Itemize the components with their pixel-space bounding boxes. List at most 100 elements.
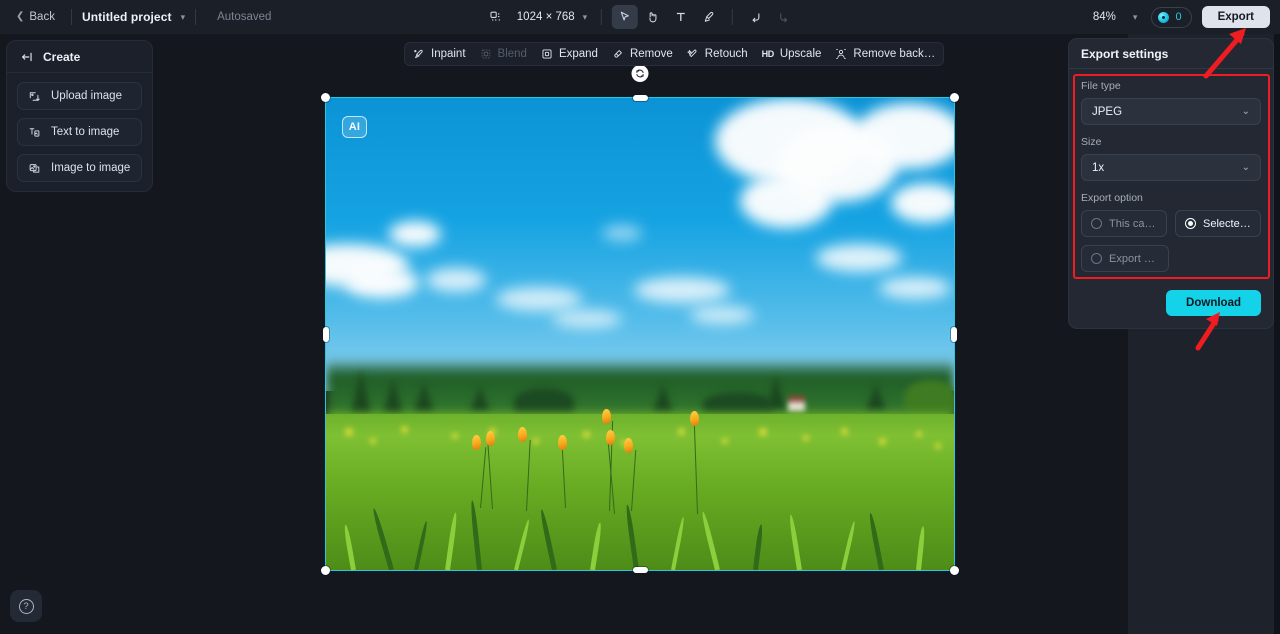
- top-bar: ❮ Back Untitled project ▾ Autosaved 1024…: [0, 0, 1280, 34]
- export-option-selected-layer[interactable]: Selected l…: [1175, 210, 1261, 237]
- resize-handle-bottom-center[interactable]: [633, 567, 648, 573]
- resize-handle-bottom-right[interactable]: [950, 566, 959, 575]
- hand-tool[interactable]: [640, 5, 666, 29]
- chevron-down-icon: ⌄: [1241, 106, 1250, 117]
- zoom-selector[interactable]: 84% ▾: [1089, 8, 1142, 26]
- create-item-label: Image to image: [51, 162, 131, 174]
- export-option-label-text: Selected l…: [1203, 217, 1251, 230]
- create-actions-list: Upload image Text to image Image to imag…: [7, 73, 152, 182]
- create-panel: Create Upload image Text to image Image …: [6, 40, 153, 192]
- resize-handle-top-center[interactable]: [633, 95, 648, 101]
- resize-handle-top-right[interactable]: [950, 93, 959, 102]
- action-label: Upscale: [779, 48, 822, 60]
- project-title: Untitled project: [81, 10, 172, 24]
- chevron-left-icon: ❮: [16, 11, 25, 22]
- divider: [732, 9, 734, 25]
- file-type-select[interactable]: JPEG ⌄: [1081, 98, 1261, 125]
- remove-background-button[interactable]: Remove back…: [835, 48, 935, 60]
- upscale-button[interactable]: HD Upscale: [762, 48, 822, 60]
- resize-handle-middle-left[interactable]: [323, 327, 329, 342]
- retouch-icon: [687, 49, 697, 57]
- canvas-image[interactable]: AI: [325, 97, 955, 571]
- app-root: ❮ Back Untitled project ▾ Autosaved 1024…: [0, 0, 1280, 634]
- export-option-label-text: This canvas: [1109, 217, 1157, 230]
- export-option-export-all[interactable]: Export all …: [1081, 245, 1169, 272]
- brush-tool[interactable]: [696, 5, 722, 29]
- create-panel-title: Create: [43, 49, 81, 64]
- text-to-image-button[interactable]: Text to image: [17, 118, 142, 146]
- undo-button[interactable]: [743, 5, 769, 29]
- divider: [195, 9, 197, 25]
- redo-button[interactable]: [771, 5, 797, 29]
- credits-badge[interactable]: 0: [1151, 6, 1192, 28]
- canvas-stage[interactable]: AI: [0, 34, 1128, 634]
- coin-icon: [1158, 11, 1170, 23]
- select-tool[interactable]: [612, 5, 639, 29]
- ai-badge: AI: [342, 116, 367, 138]
- export-option-label: Export option: [1081, 192, 1143, 204]
- hd-icon: HD: [761, 49, 775, 59]
- collapse-panel-icon: [22, 52, 32, 61]
- radio-icon-selected: [1185, 218, 1196, 229]
- chevron-down-icon[interactable]: ▾: [181, 12, 186, 23]
- radio-icon: [1091, 218, 1102, 229]
- export-settings-header: Export settings: [1069, 39, 1273, 69]
- back-label: Back: [29, 11, 55, 23]
- back-button[interactable]: ❮ Back: [10, 7, 61, 27]
- expand-button[interactable]: Expand: [541, 48, 598, 60]
- size-value: 1x: [1092, 161, 1105, 174]
- export-button[interactable]: Export: [1201, 6, 1270, 28]
- action-label: Blend: [497, 48, 527, 60]
- canvas-size-selector[interactable]: 1024 × 768 ▾: [511, 8, 591, 26]
- action-label: Inpaint: [431, 48, 466, 60]
- inpaint-button[interactable]: Inpaint: [413, 48, 466, 60]
- create-item-label: Upload image: [51, 90, 122, 102]
- image-to-image-button[interactable]: Image to image: [17, 154, 142, 182]
- divider: [601, 9, 603, 25]
- size-label: Size: [1081, 136, 1102, 148]
- divider: [70, 9, 72, 25]
- create-panel-header[interactable]: Create: [7, 41, 152, 73]
- export-settings-title: Export settings: [1081, 46, 1169, 61]
- remove-icon: [614, 50, 622, 58]
- create-item-label: Text to image: [51, 126, 120, 138]
- layers-icon[interactable]: [483, 5, 509, 29]
- help-icon: ?: [18, 598, 34, 614]
- image-to-image-icon: [29, 163, 40, 173]
- expand-icon: [542, 49, 552, 59]
- export-option-row-2: Export all …: [1081, 245, 1261, 272]
- text-to-image-icon: [29, 127, 40, 137]
- remove-background-icon: [836, 49, 847, 59]
- resize-handle-middle-right[interactable]: [951, 327, 957, 342]
- top-bar-right: 84% ▾ 0 Export: [1089, 0, 1270, 34]
- resize-handle-top-left[interactable]: [321, 93, 330, 102]
- remove-button[interactable]: Remove: [612, 48, 673, 60]
- upload-image-button[interactable]: Upload image: [17, 82, 142, 110]
- chevron-down-icon: ⌄: [1241, 162, 1250, 173]
- rotate-handle[interactable]: [631, 65, 649, 82]
- download-row: Download: [1069, 280, 1273, 316]
- export-option-this-canvas[interactable]: This canvas: [1081, 210, 1167, 237]
- top-bar-center: 1024 × 768 ▾: [483, 0, 797, 34]
- radio-icon: [1091, 253, 1102, 264]
- resize-handle-bottom-left[interactable]: [321, 566, 330, 575]
- blend-button[interactable]: Blend: [480, 48, 527, 60]
- export-option-label-text: Export all …: [1109, 252, 1159, 265]
- retouch-button[interactable]: Retouch: [687, 48, 748, 60]
- action-label: Remove back…: [853, 48, 936, 60]
- text-tool[interactable]: [668, 5, 694, 29]
- download-button[interactable]: Download: [1166, 290, 1261, 316]
- action-label: Retouch: [704, 48, 748, 60]
- autosaved-status: Autosaved: [217, 11, 272, 23]
- help-button[interactable]: ?: [10, 590, 42, 622]
- size-select[interactable]: 1x ⌄: [1081, 154, 1261, 181]
- top-bar-left: ❮ Back Untitled project ▾ Autosaved: [0, 0, 271, 34]
- export-option-row-1: This canvas Selected l…: [1081, 210, 1261, 237]
- chevron-down-icon: ▾: [582, 11, 588, 22]
- chevron-down-icon: ▾: [1132, 11, 1138, 22]
- file-type-label: File type: [1081, 80, 1121, 92]
- credits-count: 0: [1175, 11, 1182, 23]
- blend-icon: [481, 49, 490, 59]
- selected-layer[interactable]: AI: [321, 65, 959, 575]
- zoom-level: 84%: [1092, 11, 1116, 23]
